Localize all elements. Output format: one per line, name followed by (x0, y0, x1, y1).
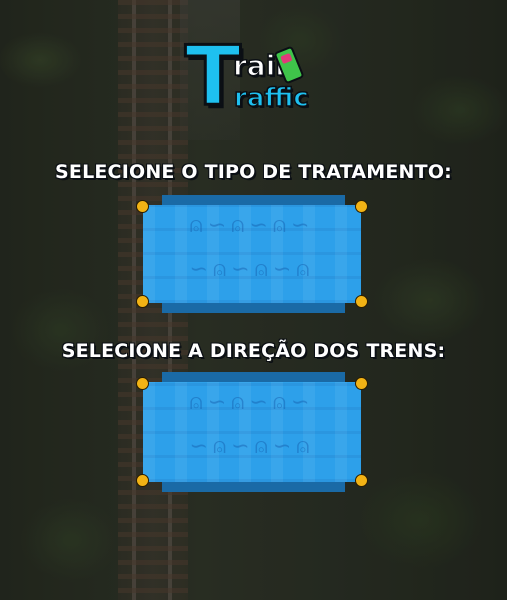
panel-pattern-icon: ∽⍝∽⍝∽⍝ (189, 257, 315, 282)
panel-face: ⍝∽⍝∽⍝∽ ∽⍝∽⍝∽⍝ (143, 205, 361, 303)
corner-rivet-icon (355, 474, 368, 487)
panel-pattern-icon: ⍝∽⍝∽⍝∽ (189, 213, 315, 238)
train-traffic-logo: T rain raffic (184, 34, 315, 130)
direction-heading: SELECIONE A DIREÇÃO DOS TRENS: (61, 340, 446, 362)
treatment-selector-panel[interactable]: ⍝∽⍝∽⍝∽ ∽⍝∽⍝∽⍝ (136, 195, 368, 313)
corner-rivet-icon (136, 377, 149, 390)
treatment-heading: SELECIONE O TIPO DE TRATAMENTO: (55, 161, 452, 183)
panel-pattern-icon: ∽⍝∽⍝∽⍝ (189, 434, 315, 459)
corner-rivet-icon (355, 295, 368, 308)
game-screen: T rain raffic SELECIONE O TIPO DE TRATAM… (0, 0, 507, 600)
direction-selector-panel[interactable]: ⍝∽⍝∽⍝∽ ∽⍝∽⍝∽⍝ (136, 372, 368, 492)
corner-rivet-icon (355, 200, 368, 213)
panel-face: ⍝∽⍝∽⍝∽ ∽⍝∽⍝∽⍝ (143, 382, 361, 482)
corner-rivet-icon (355, 377, 368, 390)
corner-rivet-icon (136, 474, 149, 487)
corner-rivet-icon (136, 295, 149, 308)
corner-rivet-icon (136, 200, 149, 213)
logo-word-raffic: raffic (233, 82, 309, 114)
panel-pattern-icon: ⍝∽⍝∽⍝∽ (189, 390, 315, 415)
